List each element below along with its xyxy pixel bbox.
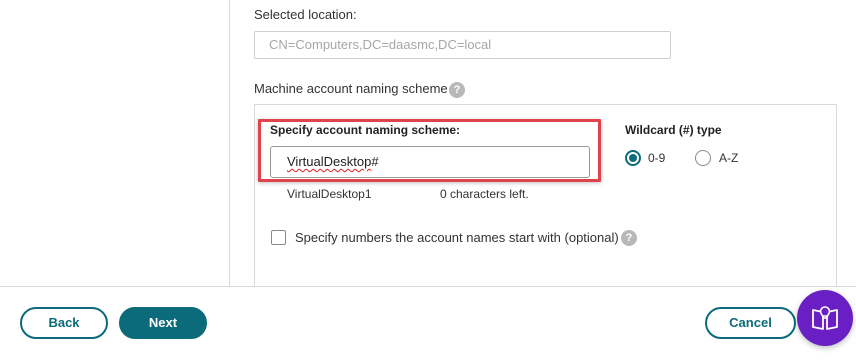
wildcard-type-label: Wildcard (#) type xyxy=(625,123,722,137)
cancel-button[interactable]: Cancel xyxy=(705,307,796,339)
naming-scheme-input[interactable]: VirtualDesktop# xyxy=(270,146,590,178)
wizard-steps-pane xyxy=(0,0,230,286)
radio-0-9[interactable] xyxy=(625,150,641,166)
start-numbers-checkbox[interactable] xyxy=(271,230,286,245)
help-icon[interactable]: ? xyxy=(621,230,637,246)
radio-label-0-9[interactable]: 0-9 xyxy=(648,151,665,165)
characters-left: 0 characters left. xyxy=(440,187,529,201)
start-numbers-label[interactable]: Specify numbers the account names start … xyxy=(295,230,619,245)
selected-location-field: CN=Computers,DC=daasmc,DC=local xyxy=(254,31,671,59)
specify-scheme-label: Specify account naming scheme: xyxy=(270,123,461,137)
assistant-button[interactable] xyxy=(797,290,853,346)
radio-label-a-z[interactable]: A-Z xyxy=(719,151,738,165)
wizard-page: Selected location: CN=Computers,DC=daasm… xyxy=(0,0,856,360)
radio-a-z[interactable] xyxy=(695,150,711,166)
naming-scheme-label: Machine account naming scheme xyxy=(254,81,448,96)
spellcheck-underlined-text: VirtualDesktop xyxy=(287,154,372,169)
wizard-content: Selected location: CN=Computers,DC=daasm… xyxy=(230,0,856,286)
scheme-preview: VirtualDesktop1 xyxy=(287,187,372,201)
next-button[interactable]: Next xyxy=(119,307,207,339)
wildcard-suffix: # xyxy=(371,154,379,169)
book-lightbulb-icon xyxy=(812,306,838,330)
selected-location-label: Selected location: xyxy=(254,7,357,22)
back-button[interactable]: Back xyxy=(20,307,108,339)
footer-divider xyxy=(0,286,856,287)
help-icon[interactable]: ? xyxy=(449,82,465,98)
